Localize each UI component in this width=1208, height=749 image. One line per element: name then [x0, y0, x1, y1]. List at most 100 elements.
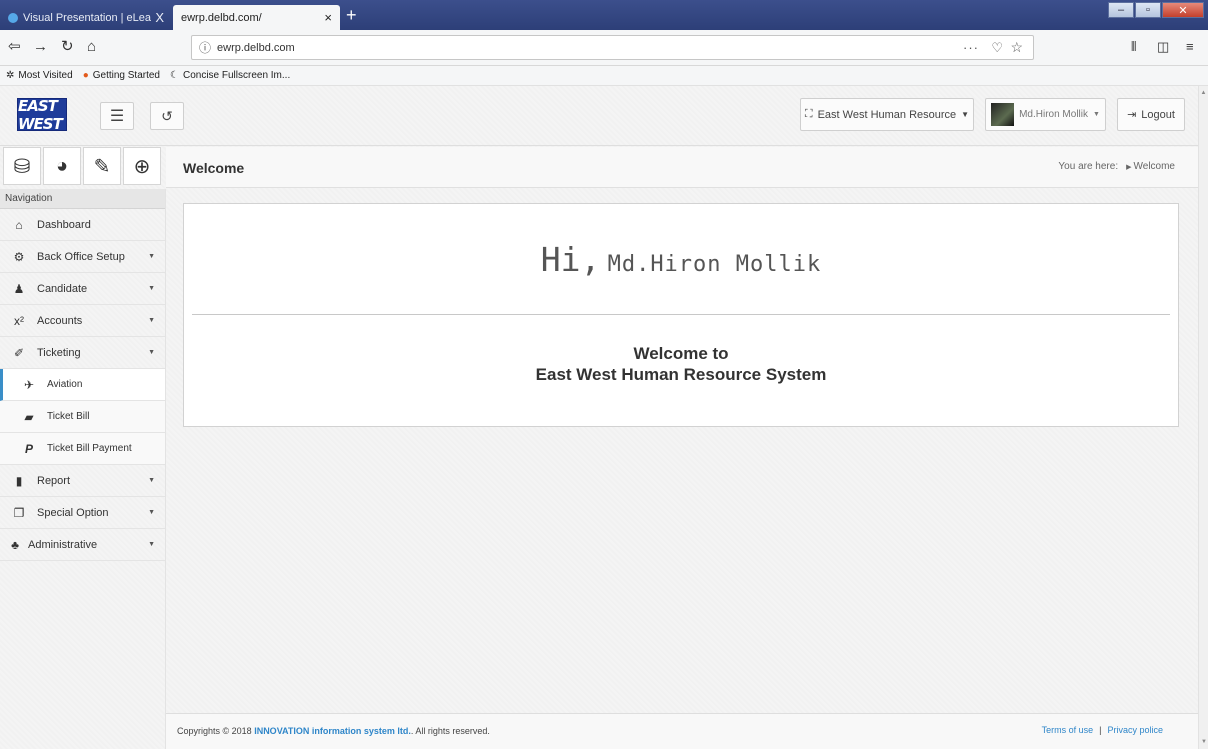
sidebar-item-label: Special Option	[37, 506, 109, 519]
copyright-prefix: Copyrights © 2018	[177, 726, 252, 736]
sidebar-item-label: Accounts	[37, 314, 83, 327]
sidebar-item-accounts[interactable]: x² Accounts ▼	[0, 305, 165, 337]
bookmarks-toolbar: ✲ Most Visited ● Getting Started ☾ Conci…	[0, 66, 1208, 86]
bookmark-label: Getting Started	[92, 70, 160, 81]
maximize-button[interactable]: ▫	[1135, 2, 1161, 18]
sidebar-item-special-option[interactable]: ❐ Special Option ▼	[0, 497, 165, 529]
breadcrumb-current-label: Welcome	[1133, 161, 1176, 172]
greeting-hi: Hi,	[540, 240, 601, 279]
book-icon: ▮	[15, 473, 23, 488]
scroll-down-icon[interactable]: ▼	[1199, 739, 1208, 745]
menu-toggle-button[interactable]: ☰	[100, 102, 134, 130]
bookmark-most-visited[interactable]: ✲ Most Visited	[6, 70, 73, 81]
welcome-panel: Hi, Md.Hiron Mollik Welcome to East West…	[183, 203, 1179, 427]
bookmark-icon: ☾	[170, 70, 179, 81]
logo[interactable]: EAST WEST	[17, 96, 67, 133]
browser-tab[interactable]: Visual Presentation | eLearning X	[0, 5, 172, 30]
page-actions-icon[interactable]: ···	[963, 40, 979, 55]
sidebar-item-label: Aviation	[47, 379, 83, 390]
sidebar-item-report[interactable]: ▮ Report ▼	[0, 465, 165, 497]
home-icon[interactable]: ⌂	[87, 39, 96, 55]
candidate-icon: ♟	[13, 281, 25, 296]
page-scrollbar[interactable]: ▲ ▼	[1198, 86, 1208, 749]
history-button[interactable]: ↺	[150, 102, 184, 130]
browser-menu-icon[interactable]: ≡	[1186, 39, 1194, 55]
sidebar-item-ticket-bill-payment[interactable]: P Ticket Bill Payment	[0, 433, 165, 465]
organization-dropdown[interactable]: ⛶ East West Human Resource ▼	[800, 98, 974, 131]
pie-chart-icon: ◕	[55, 154, 69, 177]
app-root: EAST WEST ☰ ↺ ⛶ East West Human Resource…	[0, 86, 1208, 749]
sidebar-item-ticketing[interactable]: ✐ Ticketing ▼	[0, 337, 165, 369]
caret-down-icon: ▼	[148, 349, 155, 356]
bookmark-getting-started[interactable]: ● Getting Started	[83, 70, 160, 81]
logo-text: EAST WEST	[18, 96, 63, 133]
browser-navbar: ⇦ → ↻ ⌂ ⓘ ewrp.delbd.com ··· ♡ ☆ ⫴ ◫ ≡	[0, 30, 1208, 66]
chart-button[interactable]: ◕	[43, 147, 81, 185]
breadcrumb-current[interactable]: ▶ Welcome	[1126, 161, 1175, 172]
copyright-suffix: . All rights reserved.	[410, 726, 490, 736]
briefcase-icon: ▰	[24, 409, 34, 424]
copyright: Copyrights © 2018 INNOVATION information…	[177, 726, 490, 736]
sidebar-toggle-icon[interactable]: ◫	[1157, 39, 1169, 55]
new-tab-button[interactable]: +	[346, 5, 357, 25]
breadcrumb: You are here: ▶ Welcome	[1058, 161, 1175, 172]
sidebar-item-dashboard[interactable]: ⌂ Dashboard	[0, 209, 165, 241]
welcome-line: Welcome to	[633, 344, 729, 363]
sidebar-item-aviation[interactable]: ✈ Aviation	[0, 369, 165, 401]
company-link[interactable]: INNOVATION information system ltd.	[254, 726, 411, 736]
tab-close-icon[interactable]: ×	[324, 10, 332, 25]
footer-separator: |	[1099, 725, 1102, 735]
library-icon[interactable]: ⫴	[1131, 39, 1136, 55]
caret-right-icon: ▶	[1126, 164, 1132, 171]
minimize-button[interactable]: –	[1108, 2, 1134, 18]
caret-down-icon: ▼	[148, 285, 155, 292]
forward-icon[interactable]: →	[33, 39, 48, 55]
caret-down-icon: ▼	[1092, 111, 1100, 118]
tab-close-icon[interactable]: X	[155, 10, 164, 25]
caret-down-icon: ▼	[148, 509, 155, 516]
database-icon: ⛁	[13, 155, 31, 178]
pocket-icon[interactable]: ♡	[991, 40, 1003, 56]
sidebar-item-ticket-bill[interactable]: ▰ Ticket Bill	[0, 401, 165, 433]
bookmark-star-icon[interactable]: ☆	[1010, 39, 1023, 56]
sidebar-item-back-office-setup[interactable]: ⚙ Back Office Setup ▼	[0, 241, 165, 273]
user-name-label: Md.Hiron Mollik	[1019, 109, 1088, 120]
greeting: Hi, Md.Hiron Mollik	[184, 240, 1178, 279]
address-bar[interactable]: ⓘ ewrp.delbd.com ··· ♡ ☆	[191, 35, 1034, 60]
caret-down-icon: ▼	[961, 110, 970, 119]
url-text: ewrp.delbd.com	[217, 41, 295, 54]
greeting-name: Md.Hiron Mollik	[607, 252, 822, 277]
life-ring-icon: ⊕	[133, 155, 151, 178]
browser-tab-active[interactable]: ewrp.delbd.com/ ×	[173, 5, 340, 30]
scroll-up-icon[interactable]: ▲	[1199, 90, 1208, 96]
sidebar-item-label: Back Office Setup	[37, 250, 125, 263]
bookmark-label: Concise Fullscreen Im...	[182, 70, 291, 81]
sidebar-item-label: Ticket Bill	[47, 411, 90, 422]
copy-icon: ❐	[13, 505, 25, 520]
organization-icon: ⛶	[804, 108, 813, 120]
back-icon[interactable]: ⇦	[8, 39, 21, 55]
window-controls: – ▫ ✕	[1108, 2, 1204, 18]
site-info-icon[interactable]: ⓘ	[199, 39, 211, 56]
sidebar-item-label: Administrative	[28, 538, 98, 551]
divider	[192, 314, 1170, 315]
bookmark-concise-fullscreen[interactable]: ☾ Concise Fullscreen Im...	[170, 70, 290, 81]
page-title: Welcome	[183, 160, 245, 176]
terms-link[interactable]: Terms of use	[1042, 725, 1094, 735]
browser-tabbar: Visual Presentation | eLearning X ewrp.d…	[0, 0, 1208, 30]
reload-icon[interactable]: ↻	[61, 39, 74, 55]
logout-button[interactable]: ⇥ Logout	[1117, 98, 1185, 131]
window-close-button[interactable]: ✕	[1162, 2, 1204, 18]
paypal-icon: P	[24, 441, 33, 456]
edit-button[interactable]: ✎	[83, 147, 121, 185]
sidebar: Navigation ⌂ Dashboard ⚙ Back Office Set…	[0, 189, 166, 749]
privacy-link[interactable]: Privacy police	[1107, 725, 1163, 735]
database-button[interactable]: ⛁	[3, 147, 41, 185]
welcome-system-name: East West Human Resource System	[535, 365, 827, 384]
help-button[interactable]: ⊕	[123, 147, 161, 185]
user-dropdown[interactable]: Md.Hiron Mollik ▼	[985, 98, 1106, 131]
sidebar-item-label: Report	[37, 474, 71, 487]
superscript-icon: x²	[14, 313, 24, 328]
sidebar-item-candidate[interactable]: ♟ Candidate ▼	[0, 273, 165, 305]
sidebar-item-administrative[interactable]: ♣ Administrative ▼	[0, 529, 165, 561]
